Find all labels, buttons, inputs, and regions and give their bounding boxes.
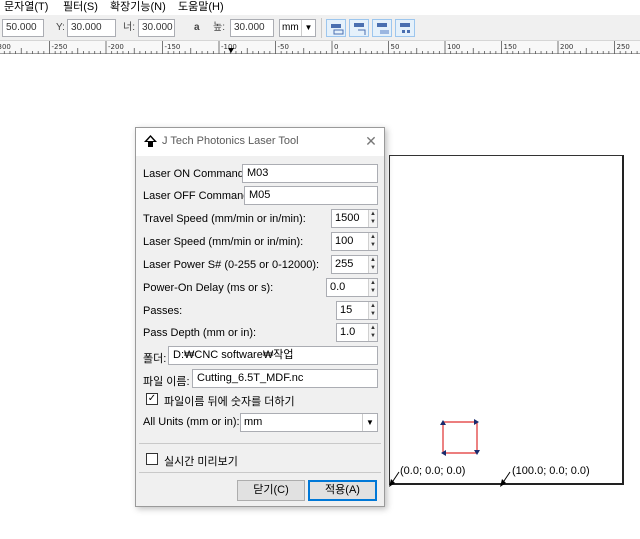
laser-on-label: Laser ON Command:	[143, 168, 247, 180]
append-numbers-label: 파일이름 뒤에 숫자를 더하기	[164, 396, 295, 408]
chevron-down-icon: ▼	[362, 414, 377, 431]
x100-label: (100.0; 0.0; 0.0)	[512, 465, 590, 477]
spinner-arrows-icon[interactable]: ▲ ▼	[368, 256, 377, 273]
pass-depth-value: 1.0	[340, 326, 356, 338]
travel-speed-label: Travel Speed (mm/min or in/min):	[143, 213, 306, 225]
filename-input[interactable]: Cutting_6.5T_MDF.nc	[192, 369, 378, 388]
units-value: mm	[244, 416, 263, 428]
folder-label: 폴더:	[143, 353, 167, 365]
laser-on-input[interactable]: M03	[242, 164, 378, 183]
inkscape-logo-icon	[144, 135, 157, 147]
folder-input[interactable]: D:₩CNC software₩작업	[168, 346, 378, 365]
poweron-delay-value: 0.0	[330, 281, 346, 293]
laser-tool-dialog: J Tech Photonics Laser Tool ✕ Laser ON C…	[135, 127, 385, 507]
path-direction-arrows	[440, 419, 480, 456]
laser-power-value: 255	[335, 258, 354, 270]
x100-arrow-icon	[500, 471, 511, 487]
laser-speed-label: Laser Speed (mm/min or in/min):	[143, 236, 304, 248]
spinner-arrows-icon[interactable]: ▲ ▼	[368, 233, 377, 250]
spinner-arrows-icon[interactable]: ▲ ▼	[368, 210, 377, 227]
laser-speed-spinner[interactable]: 100 ▲ ▼	[331, 232, 378, 251]
spinner-arrows-icon[interactable]: ▲ ▼	[368, 279, 377, 296]
dialog-title-bar[interactable]: J Tech Photonics Laser Tool ✕	[136, 128, 384, 156]
checkmark-icon: ✓	[147, 393, 157, 404]
laser-power-spinner[interactable]: 255 ▲ ▼	[331, 255, 378, 274]
append-numbers-checkbox[interactable]: ✓	[146, 393, 158, 405]
poweron-delay-label: Power-On Delay (ms or s):	[143, 282, 274, 294]
spinner-arrows-icon[interactable]: ▲ ▼	[368, 302, 377, 319]
pass-depth-label: Pass Depth (mm or in):	[143, 327, 257, 339]
travel-speed-value: 1500	[335, 212, 360, 224]
laser-off-input[interactable]: M05	[244, 186, 378, 205]
passes-spinner[interactable]: 15 ▲ ▼	[336, 301, 378, 320]
units-select[interactable]: mm ▼	[240, 413, 378, 432]
pass-depth-spinner[interactable]: 1.0 ▲ ▼	[336, 323, 378, 342]
separator-top	[139, 443, 381, 444]
spinner-arrows-icon[interactable]: ▲ ▼	[368, 324, 377, 341]
passes-label: Passes:	[143, 305, 183, 317]
origin-arrow-icon	[389, 471, 400, 487]
laser-speed-value: 100	[335, 235, 354, 247]
laser-power-label: Laser Power S# (0-255 or 0-12000):	[143, 259, 320, 271]
live-preview-label: 실시간 미리보기	[164, 456, 238, 468]
apply-button[interactable]: 적용(A)	[308, 480, 377, 501]
laser-off-label: Laser OFF Command:	[143, 190, 253, 202]
travel-speed-spinner[interactable]: 1500 ▲ ▼	[331, 209, 378, 228]
separator-bottom	[139, 472, 381, 473]
poweron-delay-spinner[interactable]: 0.0 ▲ ▼	[326, 278, 378, 297]
dialog-title: J Tech Photonics Laser Tool	[162, 135, 299, 147]
passes-value: 15	[340, 304, 353, 316]
close-button[interactable]: 닫기(C)	[237, 480, 305, 501]
units-label: All Units (mm or in):	[143, 416, 240, 428]
laser-path-square[interactable]	[442, 421, 478, 454]
origin-label: (0.0; 0.0; 0.0)	[400, 465, 466, 477]
close-icon[interactable]: ✕	[364, 134, 378, 148]
filename-label: 파일 이름:	[143, 376, 190, 388]
live-preview-checkbox[interactable]	[146, 453, 158, 465]
